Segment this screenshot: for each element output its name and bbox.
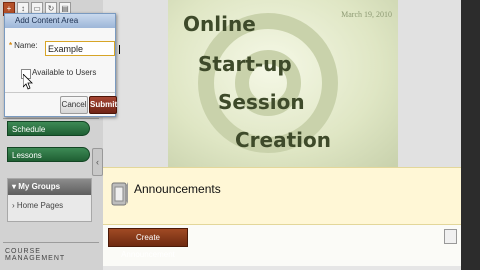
banner-word: Online — [183, 12, 256, 36]
name-field[interactable]: Example — [45, 41, 120, 56]
cancel-button[interactable]: Cancel — [60, 96, 88, 114]
divider — [5, 92, 115, 93]
banner-word: Session — [218, 90, 305, 114]
banner-word: Start-up — [198, 52, 292, 76]
divider — [3, 118, 99, 119]
course-content: Announcements Create Announcement — [103, 167, 461, 270]
text-cursor — [119, 45, 120, 54]
megaphone-icon — [111, 182, 128, 206]
course-management-heading[interactable]: COURSE MANAGEMENT — [5, 248, 103, 262]
collapse-menu-handle[interactable]: ‹ — [92, 148, 103, 176]
my-groups-header[interactable]: ▾ My Groups — [8, 179, 91, 195]
divider — [3, 242, 99, 243]
chevron-left-icon: ‹ — [96, 157, 99, 167]
groups-item-home-pages[interactable]: › Home Pages — [12, 201, 63, 210]
my-groups-title: My Groups — [18, 182, 61, 191]
sidebar-item-lessons[interactable]: Lessons — [7, 147, 90, 162]
mouse-pointer-icon — [23, 74, 33, 90]
banner-date: March 19, 2010 — [341, 10, 392, 19]
plus-icon: + — [6, 4, 12, 13]
banner-word: Creation — [235, 128, 331, 152]
create-announcement-button[interactable]: Create Announcement — [108, 228, 188, 259]
course-banner: March 19, 2010 Online Start-up Session C… — [168, 0, 398, 167]
name-label-row: * Name: — [9, 41, 38, 50]
name-field-value: Example — [48, 44, 84, 54]
sidebar-item-label: Schedule — [12, 125, 46, 134]
sidebar-item-label: Lessons — [12, 151, 42, 160]
popup-title: Add Content Area — [5, 14, 115, 28]
available-to-users-label: Available to Users — [32, 68, 97, 77]
my-groups-panel: ▾ My Groups › Home Pages — [7, 178, 92, 222]
scrollbar[interactable] — [461, 0, 480, 270]
content-footer — [103, 266, 461, 270]
sidebar-item-schedule[interactable]: Schedule — [7, 121, 90, 136]
name-label: Name: — [14, 41, 38, 50]
announcements-header: Announcements — [103, 167, 461, 225]
page-title: Announcements — [134, 182, 221, 196]
submit-button[interactable]: Submit — [89, 96, 117, 114]
groups-item-label: Home Pages — [16, 201, 64, 210]
add-content-area-popup: Add Content Area * Name: Example Availabl… — [4, 13, 120, 117]
required-marker: * — [9, 41, 13, 50]
page-icon[interactable] — [444, 229, 457, 244]
